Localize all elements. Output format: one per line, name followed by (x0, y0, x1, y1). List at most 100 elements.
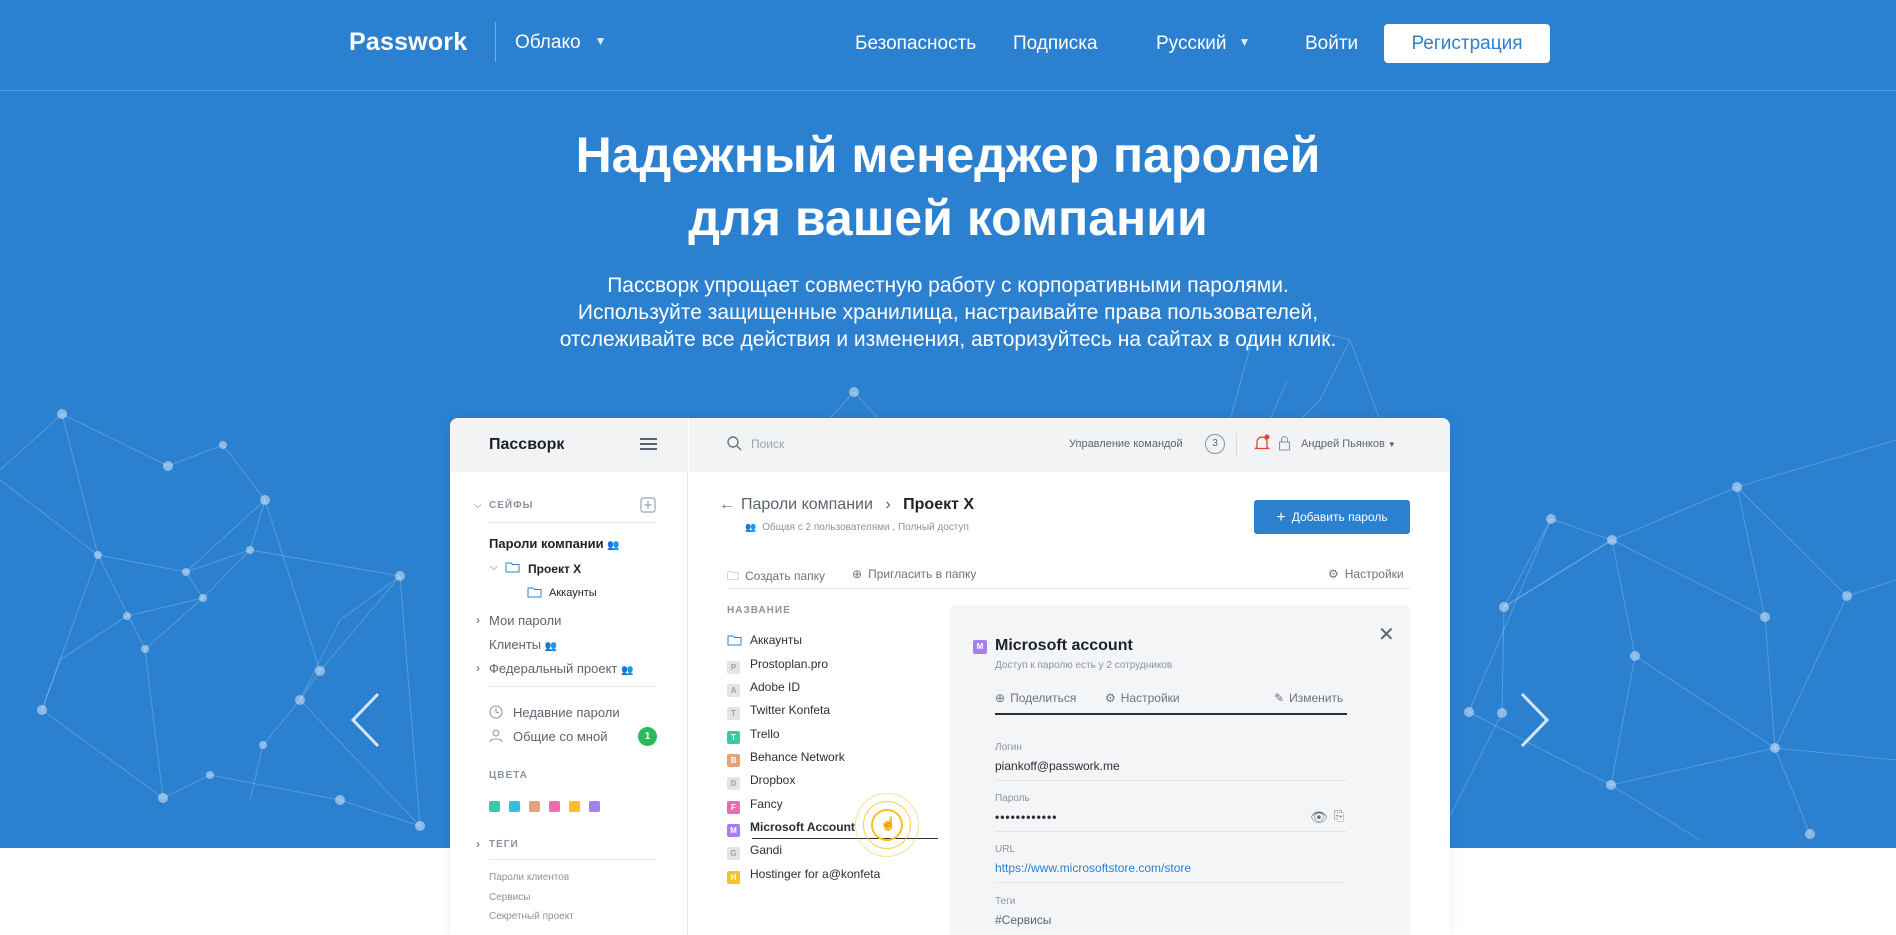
hero-subtitle-line-1: Пассворк упрощает совместную работу с ко… (607, 274, 1289, 297)
color-swatch-pink[interactable] (549, 801, 560, 812)
sidebar-item-project-x[interactable]: Проект X (528, 562, 581, 576)
hero-subtitle-line-2: Используйте защищенные хранилища, настра… (577, 301, 1319, 324)
search-icon (727, 436, 742, 451)
folder-icon (505, 562, 520, 573)
back-arrow-icon[interactable]: ← (719, 496, 735, 513)
list-item[interactable]: B Behance Network (727, 750, 845, 767)
divider (489, 686, 657, 687)
edition-label: Облако (515, 32, 581, 53)
login-value[interactable]: piankoff@passwork.me (995, 759, 1120, 773)
list-item[interactable]: A Adobe ID (727, 680, 800, 697)
add-password-button[interactable]: + Добавить пароль (1254, 500, 1410, 534)
login-label: Логин (995, 742, 1022, 753)
list-item[interactable]: D Dropbox (727, 773, 795, 790)
team-management-link[interactable]: Управление командой (1069, 438, 1183, 450)
nav-security[interactable]: Безопасность (855, 33, 976, 55)
url-link[interactable]: https://www.microsoftstore.com/store (995, 861, 1191, 875)
folder-settings-label: Настройки (1344, 567, 1404, 581)
color-swatch-blue[interactable] (509, 801, 520, 812)
list-item-label: Adobe ID (750, 680, 801, 694)
chevron-down-icon[interactable]: ⌵ (474, 500, 482, 511)
bell-icon[interactable] (1254, 434, 1270, 452)
gear-icon: ⚙ (1328, 567, 1339, 581)
team-count-badge: 3 (1205, 434, 1225, 454)
folder-icon (527, 587, 542, 598)
sidebar-item-shared[interactable]: Общие со мной (513, 729, 607, 744)
item-letter-icon: D (727, 777, 740, 790)
password-value[interactable]: •••••••••••• (995, 810, 1057, 824)
share-button[interactable]: ⊕ Поделиться (995, 691, 1076, 705)
color-swatch-green[interactable] (489, 801, 500, 812)
triangle-down-icon: ▼ (1387, 440, 1396, 449)
list-item[interactable]: G Gandi (727, 843, 782, 860)
item-settings-button[interactable]: ⚙ Настройки (1105, 691, 1180, 705)
divider (727, 588, 1410, 589)
close-icon[interactable]: ✕ (1378, 622, 1395, 647)
register-button[interactable]: Регистрация (1384, 24, 1550, 63)
app-topbar: Поиск Управление командой 3 Андрей Пьянк… (689, 418, 1450, 472)
list-item[interactable]: Аккаунты (727, 633, 802, 647)
password-detail-panel: M Microsoft account Доступ к паролю есть… (950, 605, 1410, 935)
list-item[interactable]: T Trello (727, 727, 780, 744)
shared-count-badge: 1 (638, 727, 657, 746)
nav-subscription[interactable]: Подписка (1013, 33, 1098, 55)
app-brand: Пассворк (489, 436, 565, 453)
user-menu[interactable]: Андрей Пьянков ▼ (1301, 438, 1396, 450)
sidebar-item-my-passwords[interactable]: Мои пароли (489, 613, 561, 628)
list-item[interactable]: P Prostoplan.pro (727, 657, 828, 674)
sidebar-item-recent[interactable]: Недавние пароли (513, 705, 620, 720)
edit-button[interactable]: ✎ Изменить (1274, 691, 1343, 705)
chevron-right-icon[interactable]: › (476, 661, 480, 675)
divider (489, 859, 657, 860)
tags-label: ТЕГИ (489, 839, 519, 850)
chevron-right-icon[interactable]: › (476, 837, 480, 851)
language-label: Русский (1156, 33, 1227, 54)
add-password-label: Добавить пароль (1291, 510, 1388, 524)
sidebar-item-clients[interactable]: Клиенты 👥 (489, 637, 557, 652)
list-item-label: Dropbox (750, 773, 796, 787)
list-item-label: Аккаунты (750, 633, 803, 647)
carousel-prev-icon[interactable] (348, 690, 382, 750)
menu-icon[interactable] (640, 438, 657, 451)
plus-icon: + (1276, 509, 1286, 526)
chevron-down-icon[interactable]: ⌵ (490, 562, 498, 573)
invite-button[interactable]: ⊕ Пригласить в папку (852, 567, 976, 581)
pencil-icon: ✎ (1274, 691, 1285, 705)
detail-access-info: Доступ к паролю есть у 2 сотрудников (995, 660, 1173, 671)
list-item[interactable]: F Fancy (727, 797, 783, 814)
language-dropdown[interactable]: Русский ▼ (1156, 33, 1250, 55)
search-input[interactable]: Поиск (751, 437, 784, 451)
carousel-next-icon[interactable] (1518, 690, 1552, 750)
add-safe-icon[interactable] (640, 497, 656, 513)
list-item[interactable]: H Hostinger for a@konfeta (727, 867, 880, 884)
tag-item[interactable]: Секретный проект (489, 911, 574, 922)
item-letter-icon: A (727, 684, 740, 697)
lock-icon[interactable] (1278, 435, 1291, 451)
edition-dropdown[interactable]: Облако ▼ (515, 32, 606, 54)
users-icon: 👥 (607, 540, 620, 551)
create-folder-button[interactable]: 🗀 Создать папку (727, 567, 825, 588)
users-icon: 👥 (621, 665, 634, 676)
chevron-right-icon[interactable]: › (476, 613, 480, 627)
tag-item[interactable]: Пароли клиентов (489, 872, 569, 883)
folder-settings-button[interactable]: ⚙ Настройки (1328, 567, 1404, 581)
list-item-selected[interactable]: M Microsoft Account (727, 820, 855, 837)
color-swatch-tan[interactable] (529, 801, 540, 812)
sidebar-item-federal-project[interactable]: Федеральный проект 👥 (489, 661, 633, 676)
color-swatch-yellow[interactable] (569, 801, 580, 812)
tags-field-value[interactable]: #Сервисы (995, 913, 1051, 927)
nav-login[interactable]: Войти (1305, 33, 1358, 55)
colors-label: ЦВЕТА (489, 770, 528, 781)
list-item[interactable]: T Twitter Konfeta (727, 703, 830, 720)
logo[interactable]: Passwork (349, 28, 467, 57)
sidebar-item-accounts[interactable]: Аккаунты (549, 587, 597, 599)
sidebar-item-company-passwords[interactable]: Пароли компании 👥 (489, 536, 620, 551)
app-preview: Пассворк ⌵ СЕЙФЫ Пароли компании 👥 ⌵ Про… (450, 418, 1450, 935)
list-item-label: Trello (750, 727, 780, 741)
copy-icon[interactable]: ⎘ (1334, 808, 1344, 824)
tag-item[interactable]: Сервисы (489, 892, 530, 903)
color-swatch-purple[interactable] (589, 801, 600, 812)
eye-icon[interactable]: 👁 (1310, 809, 1328, 826)
breadcrumb-parent[interactable]: Пароли компании (741, 496, 873, 513)
hand-cursor-icon: ☝ (880, 816, 897, 831)
